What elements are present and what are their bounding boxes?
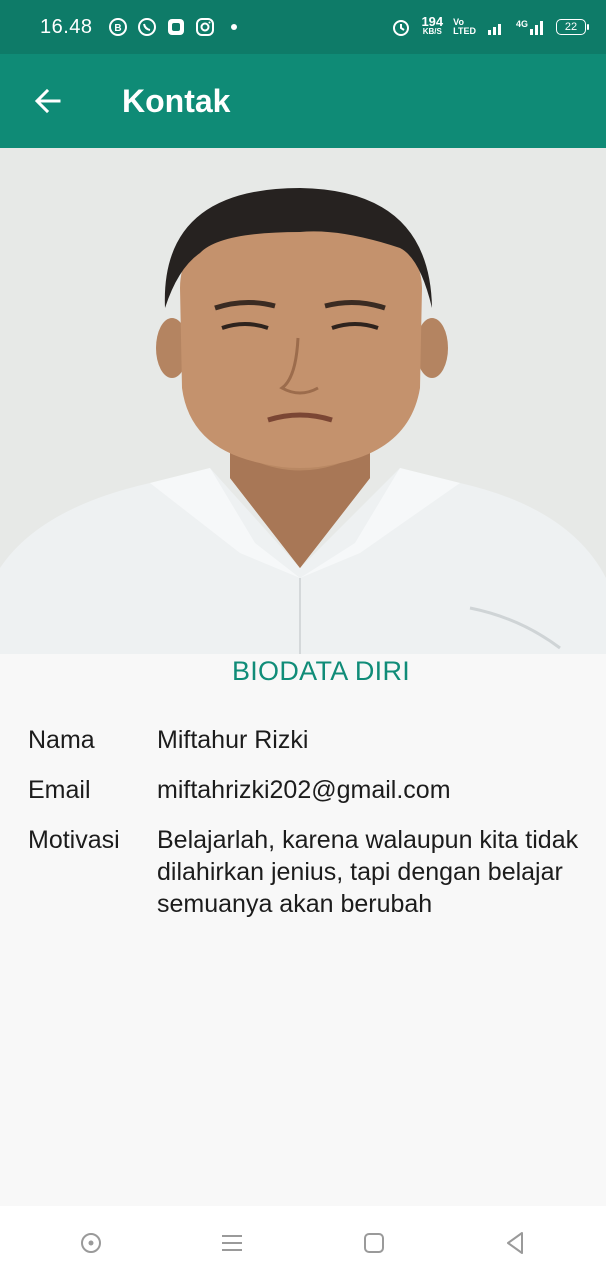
network-type-label: 4G (516, 19, 528, 29)
app-bar: Kontak (0, 54, 606, 148)
system-nav-bar (0, 1206, 606, 1280)
menu-icon (222, 1235, 243, 1251)
signal-4g-icon: 4G (516, 17, 546, 37)
status-time: 16.48 (40, 15, 93, 38)
recents-button[interactable] (202, 1213, 262, 1273)
messages-icon (166, 17, 186, 37)
network-speed-unit: KB/S (422, 27, 442, 36)
b-notification-icon: B (108, 17, 128, 37)
back-arrow-icon (34, 88, 61, 114)
bio-row-email: Email miftahrizki202@gmail.com (28, 774, 588, 806)
assistant-icon (80, 1233, 101, 1253)
back-triangle-icon (507, 1232, 524, 1254)
bio-label: Email (28, 776, 91, 804)
back-button[interactable] (0, 54, 96, 148)
network-speed: 194 KB/S (421, 14, 444, 37)
biodata-table: Nama Miftahur Rizki Email miftahrizki202… (28, 724, 588, 938)
svg-text:B: B (114, 23, 121, 34)
biodata-heading: BIODATA DIRI (231, 656, 411, 686)
bio-value-email: miftahrizki202@gmail.com (157, 776, 451, 804)
volte-bottom: LTED (453, 26, 476, 36)
battery-icon: 22 (556, 19, 589, 35)
network-speed-value: 194 (421, 14, 444, 29)
back-nav-button[interactable] (485, 1213, 545, 1273)
bio-value-name: Miftahur Rizki (157, 726, 309, 754)
profile-photo (0, 148, 606, 654)
bio-value-motivation: Belajarlah, karena walaupun kita tidak d… (157, 826, 579, 918)
bio-label: Motivasi (28, 826, 120, 854)
whatsapp-icon (137, 17, 157, 37)
bio-label: Nama (28, 726, 95, 754)
volte-indicator: Vo LTED (453, 18, 476, 36)
bio-row-motivasi: Motivasi Belajarlah, karena walaupun kit… (28, 824, 588, 920)
instagram-icon (195, 17, 215, 37)
page-title: Kontak (122, 82, 231, 119)
home-square-icon (363, 1233, 384, 1253)
status-bar: 16.48 B 194 KB/S Vo LTED 4G 22 (0, 0, 606, 54)
alarm-icon (391, 17, 411, 37)
home-button[interactable] (344, 1213, 404, 1273)
more-notifications-dot-icon (224, 17, 244, 37)
signal-1-icon (486, 17, 506, 37)
bio-row-nama: Nama Miftahur Rizki (28, 724, 588, 756)
assistant-button[interactable] (61, 1213, 121, 1273)
